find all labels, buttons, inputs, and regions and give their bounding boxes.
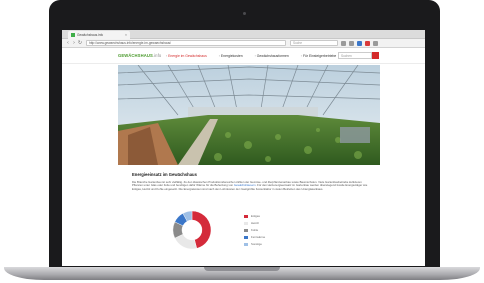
tab-close-icon[interactable]: × [125,33,127,37]
reload-button[interactable]: ↻ [77,40,83,46]
browser-tabbar: Gewächshaus.info × [62,30,425,39]
camera-icon [243,12,246,15]
browser-toolbar: ‹ › ↻ http://www.gewaechshaus.info/energ… [62,39,425,48]
legend-swatch [244,221,248,225]
url-text: http://www.gewaechshaus.info/energie-im-… [89,41,172,45]
legend-item: Fernwärme [244,235,265,239]
address-bar[interactable]: http://www.gewaechshaus.info/energie-im-… [86,40,286,46]
nav-item-einsteiger[interactable]: ›Für Einsteigerbetriebe [301,54,337,58]
browser-search-placeholder: Suche [293,41,303,45]
legend-swatch [244,228,248,232]
greenhouse-image [118,65,380,165]
legend-swatch [244,235,248,239]
addon-icon[interactable] [365,40,370,46]
site-nav: ›Energie im Gewächshaus ›Energiekosten ›… [166,54,348,58]
chart-legend: Erdgas Heizöl Kohle Fernwärme Sonstige [244,214,265,249]
site-logo[interactable]: GEWÄCHSHAUS.info [118,53,161,58]
energy-donut-chart [172,210,212,250]
site-search-input[interactable]: Suchen [338,52,372,59]
nav-label: Gewächshausformen [256,54,289,58]
donut-svg [172,210,212,250]
browser-tab[interactable]: Gewächshaus.info × [68,31,130,39]
chevron-icon: › [254,54,256,58]
legend-label: Heizöl [251,221,259,225]
legend-item: Erdgas [244,214,265,218]
chevron-icon: › [300,54,302,58]
legend-item: Sonstige [244,242,265,246]
laptop-notch [204,267,280,271]
legend-label: Kohle [251,228,259,232]
chevron-icon: › [218,54,220,58]
nav-label: Energie im Gewächshaus [168,54,207,58]
legend-item: Kohle [244,228,265,232]
logo-text: GEWÄCHSHAUS [118,53,153,58]
chevron-icon: › [166,54,168,58]
nav-label: Energiekosten [220,54,243,58]
legend-swatch [244,214,248,218]
legend-label: Sonstige [251,242,262,246]
logo-tld: .info [152,53,162,58]
favicon-icon [71,33,75,37]
hero-image [118,65,380,165]
nav-label: Für Einsteigerbetriebe [302,54,337,58]
bookmark-icon[interactable] [341,40,346,46]
nav-item-energiekosten[interactable]: ›Energiekosten [219,54,243,58]
tab-title: Gewächshaus.info [77,33,104,37]
legend-item: Heizöl [244,221,265,225]
site-search-button[interactable] [372,52,379,59]
legend-label: Erdgas [251,214,260,218]
download-icon[interactable] [349,40,354,46]
extension-icon[interactable] [357,40,362,46]
page-title: Energieeinsatz im Gewächshaus [132,172,197,177]
site-search-placeholder: Suchen [341,53,352,58]
legend-label: Fernwärme [251,235,266,239]
screen: Gewächshaus.info × ‹ › ↻ http://www.gewa… [62,30,425,266]
article-content: Energieeinsatz im Gewächshaus Die Branch… [132,172,372,191]
nav-item-energie[interactable]: ›Energie im Gewächshaus [166,54,207,58]
nav-item-formen[interactable]: ›Gewächshausformen [255,54,289,58]
site-header: GEWÄCHSHAUS.info ›Energie im Gewächshaus… [62,49,425,64]
article-paragraph: Die Branche Gartenbau ist sehr vielfälti… [132,180,372,191]
menu-icon[interactable] [373,40,378,46]
legend-swatch [244,242,248,246]
browser-search-input[interactable]: Suche [290,40,338,46]
